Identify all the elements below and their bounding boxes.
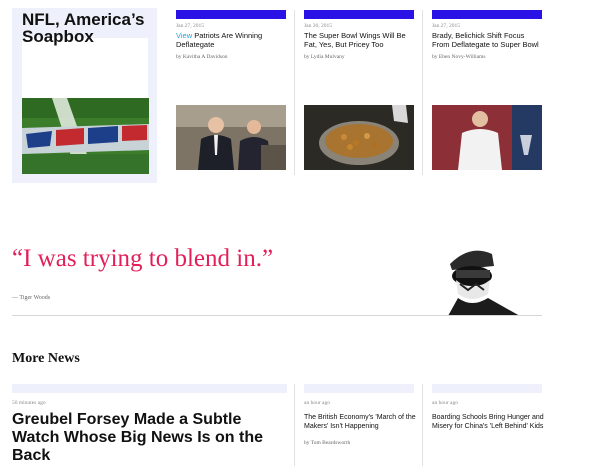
quote-attribution: — Tiger Woods <box>12 295 51 301</box>
feature-title[interactable]: NFL, America’s Soapbox <box>22 11 154 45</box>
card-date: Jan 27, 2015 <box>176 23 204 29</box>
lead-news-headline[interactable]: Greubel Forsey Made a Subtle Watch Whose… <box>12 411 287 465</box>
news-headline[interactable]: Boarding Schools Bring Hunger and Misery… <box>432 413 544 431</box>
story-card-1[interactable]: Jan 27, 2015 View Patriots Are Winning D… <box>176 10 286 60</box>
column-divider <box>294 10 295 175</box>
news-accent-bar <box>432 384 542 393</box>
column-divider <box>422 384 423 466</box>
news-date: 50 minutes ago <box>12 400 46 406</box>
story-image-3[interactable] <box>432 105 542 170</box>
card-headline[interactable]: The Super Bowl Wings Will Be Fat, Yes, B… <box>304 31 414 49</box>
feature-image[interactable] <box>22 98 149 174</box>
news-byline: by Tom Beardsworth <box>304 440 351 446</box>
news-date: an hour ago <box>432 400 458 406</box>
column-divider <box>422 10 423 175</box>
news-headline[interactable]: The British Economy's 'March of the Make… <box>304 413 416 431</box>
card-date: Jan 26, 2015 <box>304 23 332 29</box>
card-date: Jan 27, 2015 <box>432 23 460 29</box>
section-divider <box>12 315 542 316</box>
news-date: an hour ago <box>304 400 330 406</box>
story-image-2[interactable] <box>304 105 414 170</box>
story-card-2[interactable]: Jan 26, 2015 The Super Bowl Wings Will B… <box>304 10 414 60</box>
story-card-3[interactable]: Jan 27, 2015 Brady, Belichick Shift Focu… <box>432 10 542 60</box>
news-accent-bar <box>12 384 287 393</box>
card-byline: by Eben Novy-Williams <box>432 54 486 60</box>
column-divider <box>294 384 295 466</box>
more-news-title: More News <box>12 351 80 366</box>
pull-quote: “I was trying to blend in.” <box>12 245 274 272</box>
quote-portrait <box>448 246 520 316</box>
feature-panel-blank <box>22 38 148 98</box>
card-headline[interactable]: View Patriots Are Winning Deflategate <box>176 31 286 49</box>
card-headline[interactable]: Brady, Belichick Shift Focus From Deflat… <box>432 31 542 49</box>
news-accent-bar <box>304 384 414 393</box>
story-image-1[interactable] <box>176 105 286 170</box>
card-accent-bar <box>176 10 286 19</box>
card-byline: by Kavitha A Davidson <box>176 54 228 60</box>
card-tag[interactable]: View <box>176 31 192 40</box>
card-accent-bar <box>304 10 414 19</box>
card-accent-bar <box>432 10 542 19</box>
card-byline: by Lydia Mulvany <box>304 54 345 60</box>
